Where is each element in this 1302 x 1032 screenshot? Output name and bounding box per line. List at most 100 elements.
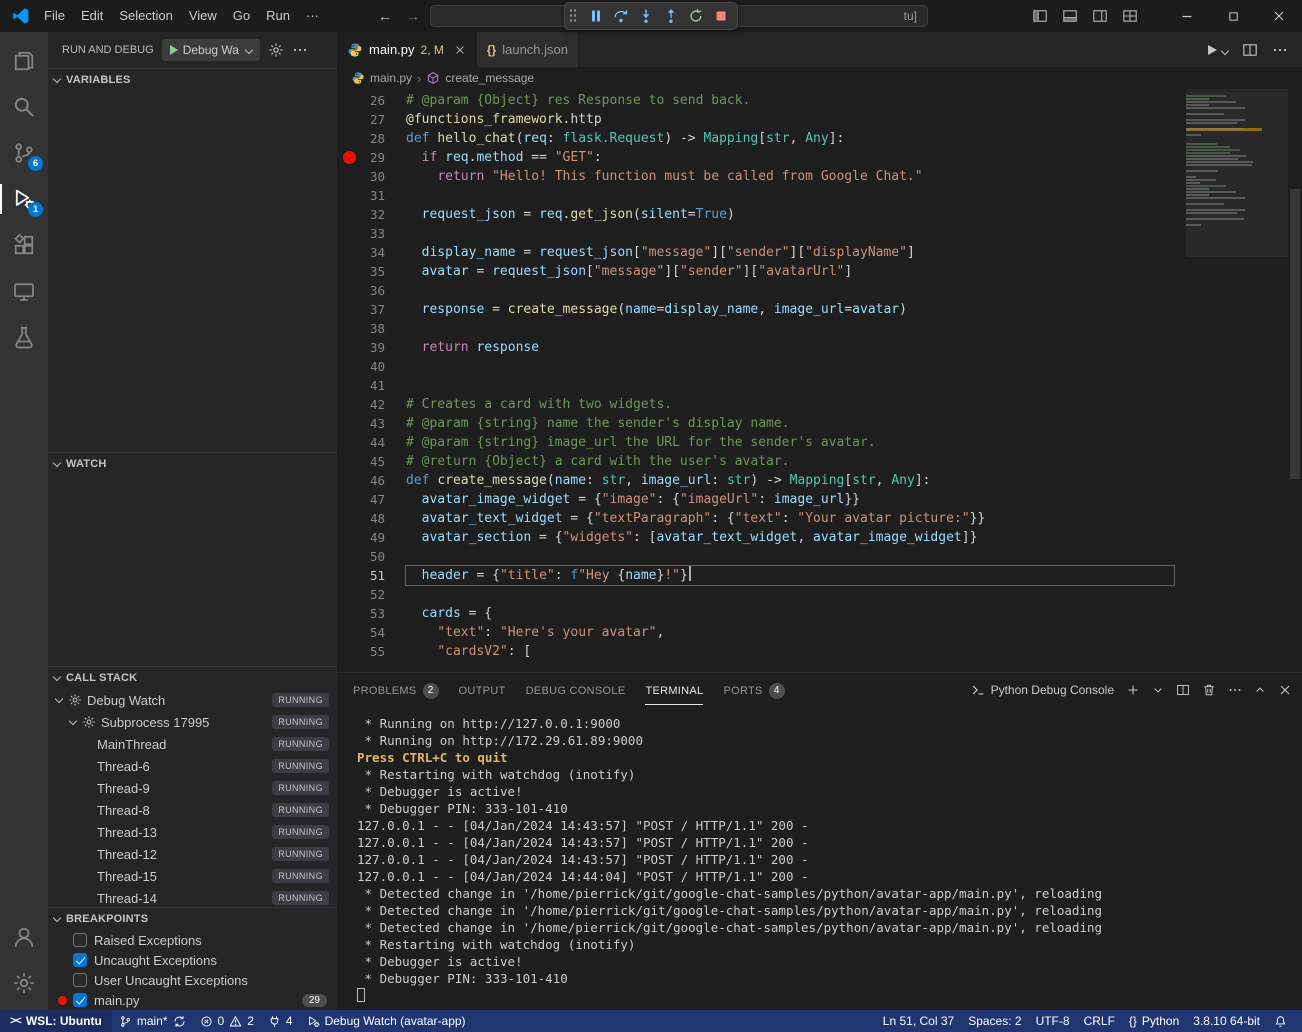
breakpoint-row[interactable]: main.py29	[48, 990, 337, 1010]
panel-tab-debug-console[interactable]: DEBUG CONSOLE	[526, 676, 626, 704]
editor-scrollbar[interactable]	[1290, 189, 1300, 479]
gutter[interactable]: 27	[337, 110, 385, 129]
gutter[interactable]: 48	[337, 509, 385, 528]
close-tab-icon[interactable]	[454, 44, 466, 56]
breadcrumb-file[interactable]: main.py	[370, 71, 412, 85]
panel-more-actions-icon[interactable]	[1228, 683, 1242, 697]
breakpoint-slot[interactable]	[343, 588, 356, 601]
breakpoint-checkbox[interactable]	[73, 973, 87, 987]
code-line[interactable]: 34 display_name = request_json["message"…	[337, 243, 1302, 262]
code-text[interactable]: request_json = req.get_json(silent=True)	[406, 205, 1174, 224]
code-text[interactable]	[406, 186, 1174, 205]
code-text[interactable]: if req.method == "GET":	[406, 148, 1174, 167]
activity-source-control[interactable]: 6	[0, 130, 48, 176]
callstack-row[interactable]: Subprocess 17995RUNNING	[48, 711, 337, 733]
code-text[interactable]	[406, 224, 1174, 243]
close-window-button[interactable]	[1256, 0, 1302, 32]
panel-tab-problems[interactable]: PROBLEMS2	[353, 674, 439, 706]
code-line[interactable]: 51 header = {"title": f"Hey {name}!"}	[337, 566, 1302, 585]
code-text[interactable]: avatar_section = {"widgets": [avatar_tex…	[406, 528, 1174, 547]
maximize-panel-icon[interactable]	[1254, 684, 1266, 696]
step-over-icon[interactable]	[613, 8, 629, 24]
code-text[interactable]: display_name = request_json["message"]["…	[406, 243, 1174, 262]
code-text[interactable]	[406, 547, 1174, 566]
code-line[interactable]: 45# @return {Object} a card with the use…	[337, 452, 1302, 471]
code-line[interactable]: 38	[337, 319, 1302, 338]
code-text[interactable]: def hello_chat(req: flask.Request) -> Ma…	[406, 129, 1174, 148]
activity-search[interactable]	[0, 84, 48, 130]
gutter[interactable]: 34	[337, 243, 385, 262]
menu-file[interactable]: File	[36, 1, 73, 31]
code-text[interactable]: return "Hello! This function must be cal…	[406, 167, 1174, 186]
code-line[interactable]: 26# @param {Object} res Response to send…	[337, 91, 1302, 110]
code-text[interactable]: cards = {	[406, 604, 1174, 623]
code-line[interactable]: 27 @functions_framework.http	[337, 110, 1302, 129]
code-text[interactable]: avatar_text_widget = {"textParagraph": {…	[406, 509, 1174, 528]
breakpoint-slot[interactable]	[343, 626, 356, 639]
breakpoint-slot[interactable]	[343, 322, 356, 335]
maximize-button[interactable]	[1210, 0, 1256, 32]
cursor-position-status[interactable]: Ln 51, Col 37	[876, 1010, 961, 1032]
menu-edit[interactable]: Edit	[73, 1, 111, 31]
python-interpreter-status[interactable]: 3.8.10 64-bit	[1186, 1010, 1267, 1032]
breakpoint-slot[interactable]	[343, 550, 356, 563]
accounts-button[interactable]	[0, 914, 48, 960]
code-text[interactable]: return response	[406, 338, 1174, 357]
new-terminal-icon[interactable]	[1126, 683, 1140, 697]
gutter[interactable]: 52	[337, 585, 385, 604]
breakpoint-checkbox[interactable]	[73, 933, 87, 947]
code-line[interactable]: 33	[337, 224, 1302, 243]
callstack-row[interactable]: Thread-13RUNNING	[48, 821, 337, 843]
run-python-file-button[interactable]	[1208, 45, 1228, 55]
code-line[interactable]: 42# Creates a card with two widgets.	[337, 395, 1302, 414]
code-line[interactable]: 54 "text": "Here's your avatar",	[337, 623, 1302, 642]
breakpoint-slot[interactable]	[343, 227, 356, 240]
breakpoint-slot[interactable]	[343, 284, 356, 297]
nav-forward-icon[interactable]: →	[406, 8, 420, 24]
breakpoint-slot[interactable]	[343, 132, 356, 145]
problems-status[interactable]: 0 2	[193, 1010, 261, 1032]
gutter[interactable]: 54	[337, 623, 385, 642]
code-text[interactable]: @functions_framework.http	[406, 110, 1174, 129]
tab-main-py[interactable]: main.py 2, M	[337, 32, 477, 67]
breakpoint-slot[interactable]	[343, 569, 356, 582]
callstack-row[interactable]: Thread-12RUNNING	[48, 843, 337, 865]
code-line[interactable]: 46def create_message(name: str, image_ur…	[337, 471, 1302, 490]
gutter[interactable]: 38	[337, 319, 385, 338]
step-into-icon[interactable]	[638, 8, 654, 24]
code-text[interactable]: # @param {string} name the sender's disp…	[406, 414, 1174, 433]
breakpoint-slot[interactable]	[343, 113, 356, 126]
code-editor[interactable]: 26# @param {Object} res Response to send…	[337, 89, 1302, 672]
code-text[interactable]: "cardsV2": [	[406, 642, 1174, 661]
breakpoint-slot[interactable]	[343, 208, 356, 221]
gutter[interactable]: 30	[337, 167, 385, 186]
gutter[interactable]: 51	[337, 566, 385, 585]
code-line[interactable]: 48 avatar_text_widget = {"textParagraph"…	[337, 509, 1302, 528]
breakpoint-slot[interactable]	[343, 398, 356, 411]
breakpoint-slot[interactable]	[343, 265, 356, 278]
sidebar-more-icon[interactable]	[292, 42, 308, 58]
callstack-row[interactable]: MainThreadRUNNING	[48, 733, 337, 755]
code-line[interactable]: 39 return response	[337, 338, 1302, 357]
code-line[interactable]: 49 avatar_section = {"widgets": [avatar_…	[337, 528, 1302, 547]
code-text[interactable]: avatar = request_json["message"]["sender…	[406, 262, 1174, 281]
callstack-row[interactable]: Thread-6RUNNING	[48, 755, 337, 777]
restart-icon[interactable]	[688, 8, 704, 24]
callstack-row[interactable]: Debug WatchRUNNING	[48, 689, 337, 711]
breakpoint-slot[interactable]	[343, 189, 356, 202]
breakpoint-row[interactable]: User Uncaught Exceptions	[48, 970, 337, 990]
breakpoint-slot[interactable]	[343, 341, 356, 354]
gutter[interactable]: 49	[337, 528, 385, 547]
terminal-output[interactable]: * Running on http://127.0.0.1:9000 * Run…	[337, 707, 1302, 1010]
watch-header[interactable]: WATCH	[48, 453, 337, 475]
breakpoint-slot[interactable]	[343, 246, 356, 259]
kill-terminal-icon[interactable]	[1202, 683, 1216, 697]
code-line[interactable]: 55 "cardsV2": [	[337, 642, 1302, 661]
code-text[interactable]: # @param {string} image_url the URL for …	[406, 433, 1174, 452]
debug-target-status[interactable]: Debug Watch (avatar-app)	[300, 1010, 473, 1032]
code-text[interactable]: def create_message(name: str, image_url:…	[406, 471, 1174, 490]
code-line[interactable]: 52	[337, 585, 1302, 604]
breakpoint-slot[interactable]	[343, 360, 356, 373]
breakpoint-icon[interactable]	[343, 151, 356, 164]
split-editor-icon[interactable]	[1242, 42, 1258, 58]
